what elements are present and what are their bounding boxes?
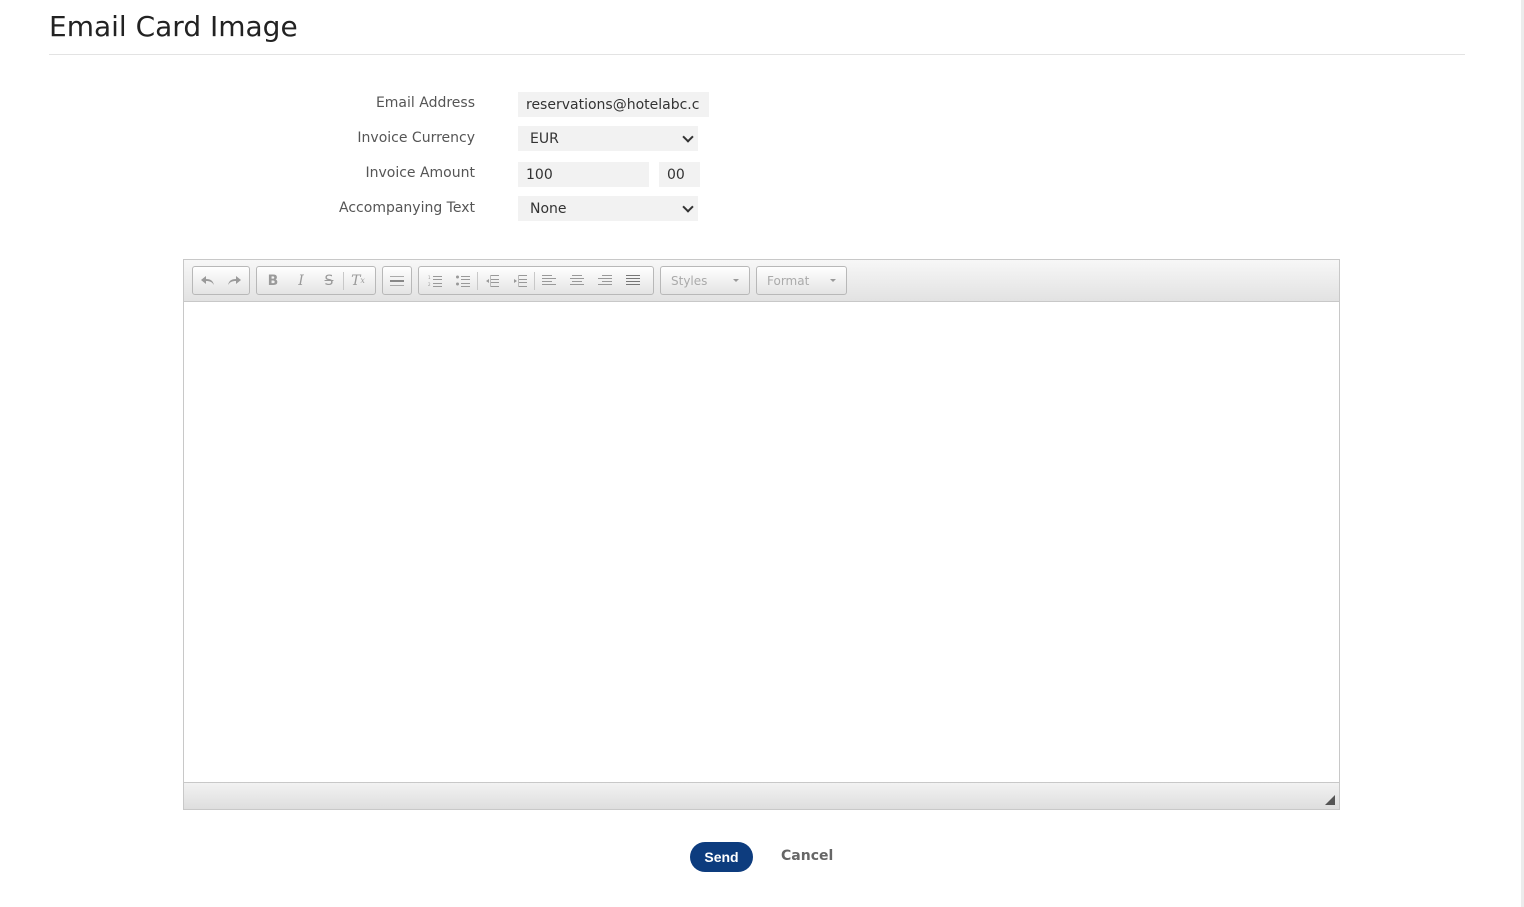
title-divider <box>49 54 1465 55</box>
invoice-amount-label: Invoice Amount <box>365 165 475 181</box>
format-dropdown[interactable]: Format <box>756 266 847 295</box>
chevron-down-icon <box>682 130 694 143</box>
invoice-cents-value: 00 <box>667 166 685 183</box>
send-button[interactable]: Send <box>690 842 753 872</box>
accompanying-text-value: None <box>530 200 567 217</box>
bulleted-list-icon[interactable] <box>449 268 477 293</box>
invoice-currency-value: EUR <box>530 130 559 147</box>
invoice-currency-label: Invoice Currency <box>357 130 475 146</box>
page-title: Email Card Image <box>49 10 298 43</box>
align-right-icon[interactable] <box>591 268 619 293</box>
rich-text-editor: B I S Tx 12 Styles Format <box>183 259 1340 810</box>
styles-label: Styles <box>671 273 708 288</box>
decrease-indent-icon[interactable] <box>478 268 506 293</box>
chevron-down-icon <box>682 200 694 213</box>
chevron-down-icon <box>733 279 739 282</box>
invoice-amount-value: 100 <box>526 166 553 183</box>
align-left-icon[interactable] <box>535 268 563 293</box>
undo-icon[interactable] <box>195 268 221 293</box>
history-group <box>192 266 250 295</box>
email-address-input[interactable]: reservations@hotelabc.c <box>518 92 709 117</box>
paragraph-group: 12 <box>418 266 654 295</box>
format-label: Format <box>767 273 810 288</box>
invoice-currency-select[interactable]: EUR <box>518 126 698 151</box>
invoice-amount-input[interactable]: 100 <box>518 162 649 187</box>
editor-status-bar <box>184 782 1339 809</box>
cancel-link[interactable]: Cancel <box>781 848 833 864</box>
email-address-value: reservations@hotelabc.c <box>526 96 700 113</box>
chevron-down-icon <box>830 279 836 282</box>
accompanying-text-label: Accompanying Text <box>339 200 475 216</box>
invoice-cents-input[interactable]: 00 <box>659 162 700 187</box>
italic-icon[interactable]: I <box>287 268 315 293</box>
redo-icon[interactable] <box>221 268 247 293</box>
svg-text:1: 1 <box>428 275 431 280</box>
accompanying-text-select[interactable]: None <box>518 196 698 221</box>
svg-text:2: 2 <box>428 282 431 287</box>
increase-indent-icon[interactable] <box>506 268 534 293</box>
justify-icon[interactable] <box>619 268 647 293</box>
editor-content-area[interactable] <box>184 302 1339 783</box>
numbered-list-icon[interactable]: 12 <box>421 268 449 293</box>
align-center-icon[interactable] <box>563 268 591 293</box>
editor-toolbar: B I S Tx 12 Styles Format <box>184 260 1339 302</box>
basic-styles-group: B I S Tx <box>256 266 376 295</box>
strikethrough-icon[interactable]: S <box>315 268 343 293</box>
resize-handle-icon[interactable] <box>1325 795 1335 805</box>
horizontal-rule-icon[interactable] <box>385 268 409 293</box>
styles-dropdown[interactable]: Styles <box>660 266 750 295</box>
remove-format-icon[interactable]: Tx <box>344 268 372 293</box>
email-address-label: Email Address <box>375 95 475 111</box>
insert-group <box>382 266 412 295</box>
bold-icon[interactable]: B <box>259 268 287 293</box>
